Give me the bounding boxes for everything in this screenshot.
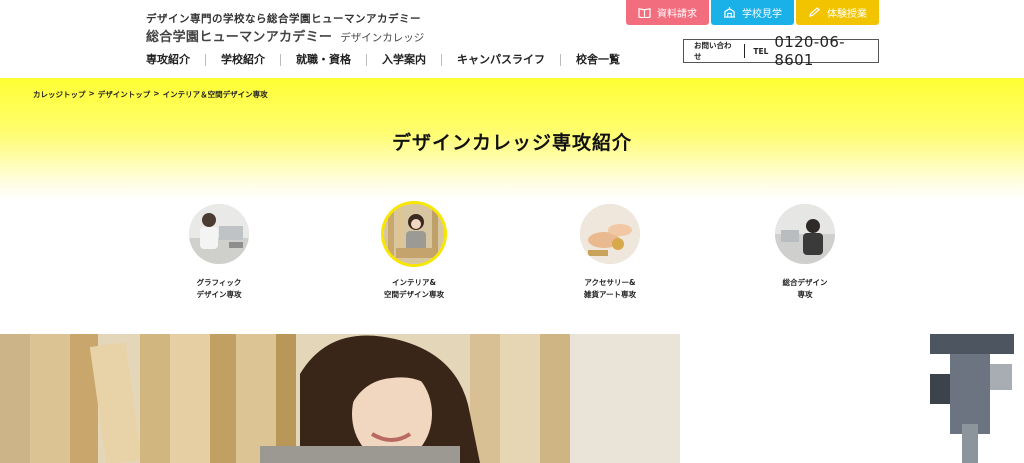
nav-item-campus-list[interactable]: 校舎一覧	[560, 54, 635, 66]
course-label: グラフィック デザイン専攻	[149, 277, 289, 301]
trial-class-label: 体験授業	[827, 9, 867, 20]
breadcrumb-design-top[interactable]: デザイントップ	[98, 89, 151, 100]
hero-photo	[0, 334, 680, 463]
course-selector: グラフィック デザイン専攻 インテリア& 空間デザイン専攻 アクセサリー& 雑貨…	[0, 200, 1024, 334]
nav-item-admission[interactable]: 入学案内	[366, 54, 441, 66]
course-label: インテリア& 空間デザイン専攻	[344, 277, 484, 301]
course-label-line2: デザイン専攻	[196, 290, 242, 299]
pencil-icon	[808, 7, 820, 18]
breadcrumb-college-top[interactable]: カレッジトップ	[33, 89, 86, 100]
contact-divider	[744, 44, 746, 58]
book-icon	[638, 8, 651, 18]
breadcrumb-separator: >	[153, 89, 160, 98]
contact-box[interactable]: お問い合わせ TEL 0120-06-8601	[683, 33, 879, 69]
course-label-line2: 雑貨アート専攻	[583, 290, 637, 299]
breadcrumb: カレッジトップ > デザイントップ > インテリア＆空間デザイン専攻	[33, 89, 268, 100]
course-general-design[interactable]: 総合デザイン 専攻	[735, 204, 875, 301]
course-thumbnail	[189, 204, 249, 264]
campus-tour-label: 学校見学	[742, 9, 782, 20]
trial-class-button[interactable]: 体験授業	[796, 0, 879, 25]
global-nav: 専攻紹介 学校紹介 就職・資格 入学案内 キャンパスライフ 校舎一覧	[146, 52, 635, 68]
course-label-line1: インテリア&	[391, 278, 437, 287]
nav-item-about[interactable]: 学校紹介	[205, 54, 280, 66]
breadcrumb-separator: >	[88, 89, 95, 98]
tel-label: TEL	[753, 46, 769, 56]
course-label: アクセサリー& 雑貨アート専攻	[540, 277, 680, 301]
contact-label: お問い合わせ	[694, 41, 732, 61]
side-photo	[920, 334, 1024, 463]
course-thumbnail	[384, 204, 444, 264]
course-thumbnail	[775, 204, 835, 264]
course-label-line1: グラフィック	[196, 278, 242, 287]
course-label-line1: アクセサリー&	[584, 278, 636, 287]
course-thumbnail	[580, 204, 640, 264]
course-label-line2: 専攻	[797, 290, 813, 299]
nav-item-career[interactable]: 就職・資格	[280, 54, 366, 66]
header-tagline: デザイン専門の学校なら総合学園ヒューマンアカデミー	[146, 13, 421, 25]
request-brochure-button[interactable]: 資料請求	[626, 0, 709, 25]
logo-main-text: 総合学園ヒューマンアカデミー	[146, 30, 333, 45]
breadcrumb-current: インテリア＆空間デザイン専攻	[162, 90, 268, 99]
course-accessory-art[interactable]: アクセサリー& 雑貨アート専攻	[540, 204, 680, 301]
course-label: 総合デザイン 専攻	[735, 277, 875, 301]
campus-tour-button[interactable]: 学校見学	[711, 0, 794, 25]
school-icon	[724, 7, 735, 18]
logo-sub-text: デザインカレッジ	[340, 32, 425, 44]
site-header: デザイン専門の学校なら総合学園ヒューマンアカデミー 総合学園ヒューマンアカデミー…	[0, 0, 1024, 78]
hero-banner: カレッジトップ > デザイントップ > インテリア＆空間デザイン専攻 デザインカ…	[0, 78, 1024, 200]
nav-item-courses[interactable]: 専攻紹介	[146, 54, 205, 66]
course-interior-design[interactable]: インテリア& 空間デザイン専攻	[344, 204, 484, 301]
course-label-line1: 総合デザイン	[782, 278, 828, 287]
course-graphic-design[interactable]: グラフィック デザイン専攻	[149, 204, 289, 301]
page-title: デザインカレッジ専攻紹介	[391, 132, 632, 154]
site-logo[interactable]: 総合学園ヒューマンアカデミー デザインカレッジ	[146, 26, 424, 45]
phone-number[interactable]: 0120-06-8601	[774, 33, 878, 69]
course-label-line2: 空間デザイン専攻	[384, 290, 444, 299]
request-brochure-label: 資料請求	[657, 9, 697, 20]
nav-item-campus-life[interactable]: キャンパスライフ	[441, 54, 560, 66]
